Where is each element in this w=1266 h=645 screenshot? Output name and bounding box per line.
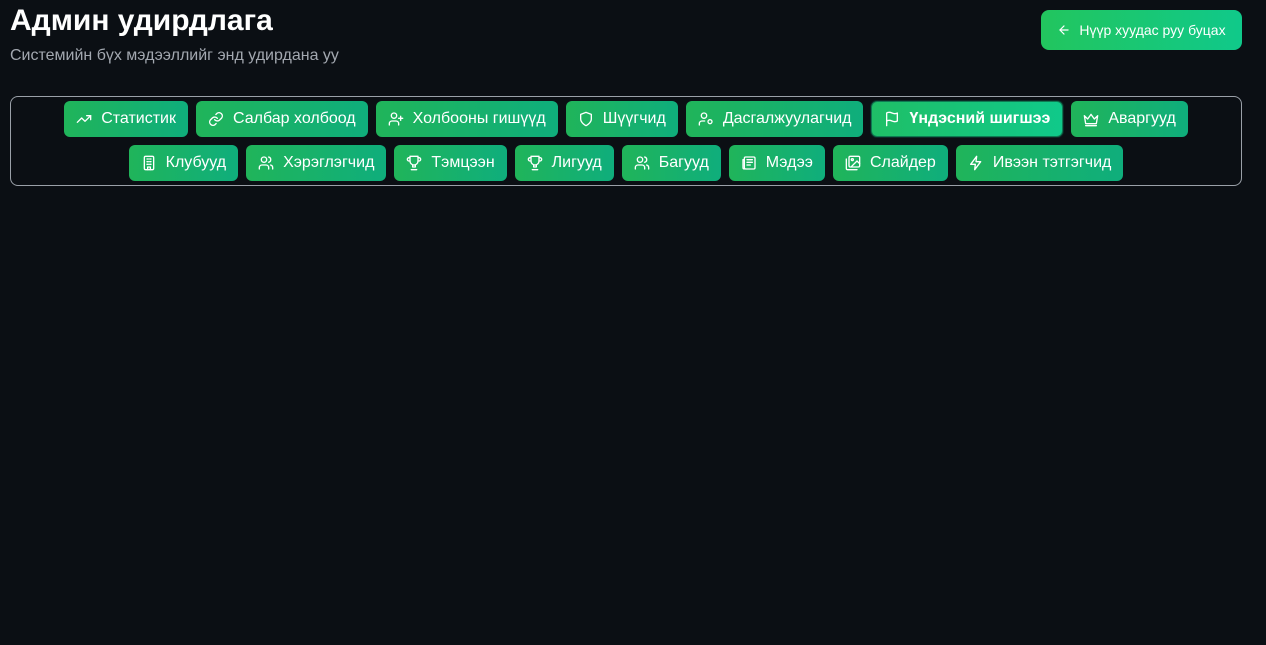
tab-label: Багууд bbox=[658, 154, 709, 171]
user-plus-icon bbox=[388, 111, 404, 127]
tab-label: Холбооны гишүүд bbox=[412, 110, 546, 127]
user-cog-icon bbox=[698, 111, 714, 127]
crown-icon bbox=[1083, 111, 1099, 127]
tab-branch-federations[interactable]: Салбар холбоод bbox=[195, 101, 368, 137]
tab-statistics[interactable]: Статистик bbox=[64, 101, 188, 137]
trophy-icon bbox=[527, 155, 543, 171]
tab-slider[interactable]: Слайдер bbox=[832, 145, 948, 181]
tab-label: Статистик bbox=[101, 110, 176, 127]
users-icon bbox=[258, 155, 274, 171]
tab-national-team[interactable]: Үндэсний шигшээ bbox=[871, 101, 1064, 137]
tab-leagues[interactable]: Лигууд bbox=[514, 145, 614, 181]
trending-up-icon bbox=[76, 111, 92, 127]
link-icon bbox=[208, 111, 224, 127]
tab-label: Хэрэглэгчид bbox=[283, 154, 375, 171]
tab-label: Шүүгчид bbox=[602, 110, 666, 127]
tab-teams[interactable]: Багууд bbox=[621, 145, 721, 181]
admin-nav-tabs: Статистик Салбар холбоод Холбооны гишүүд… bbox=[10, 96, 1242, 186]
page-subtitle: Системийн бүх мэдээллийг энд удирдана уу bbox=[10, 47, 339, 64]
tab-label: Тэмцээн bbox=[431, 154, 495, 171]
tab-news[interactable]: Мэдээ bbox=[728, 145, 825, 181]
zap-icon bbox=[968, 155, 984, 171]
tab-label: Аваргууд bbox=[1108, 110, 1176, 127]
tab-label: Клубууд bbox=[165, 154, 227, 171]
admin-page: Админ удирдлага Системийн бүх мэдээллийг… bbox=[0, 0, 1266, 645]
images-icon bbox=[845, 155, 861, 171]
building-icon bbox=[141, 155, 157, 171]
tab-label: Лигууд bbox=[551, 154, 602, 171]
arrow-left-icon bbox=[1057, 23, 1071, 37]
flag-icon bbox=[884, 111, 900, 127]
trophy-icon bbox=[406, 155, 422, 171]
tab-competitions[interactable]: Тэмцээн bbox=[394, 145, 507, 181]
shield-icon bbox=[578, 111, 594, 127]
back-to-home-button[interactable]: Нүүр хуудас руу буцах bbox=[1041, 10, 1242, 50]
tab-sponsors[interactable]: Ивээн тэтгэгчид bbox=[955, 145, 1124, 181]
newspaper-icon bbox=[741, 155, 757, 171]
tab-clubs[interactable]: Клубууд bbox=[128, 145, 239, 181]
back-button-label: Нүүр хуудас руу буцах bbox=[1079, 22, 1226, 38]
tab-federation-members[interactable]: Холбооны гишүүд bbox=[375, 101, 558, 137]
tab-referees[interactable]: Шүүгчид bbox=[565, 101, 678, 137]
users-icon bbox=[634, 155, 650, 171]
tab-champions[interactable]: Аваргууд bbox=[1071, 101, 1188, 137]
tab-users[interactable]: Хэрэглэгчид bbox=[246, 145, 387, 181]
page-title: Админ удирдлага bbox=[10, 4, 273, 37]
tab-label: Ивээн тэтгэгчид bbox=[992, 154, 1112, 171]
tab-label: Слайдер bbox=[869, 154, 936, 171]
tab-label: Дасгалжуулагчид bbox=[722, 110, 852, 127]
tab-label: Мэдээ bbox=[765, 154, 813, 171]
tab-label: Үндэсний шигшээ bbox=[909, 110, 1051, 127]
tab-label: Салбар холбоод bbox=[232, 110, 356, 127]
tab-coaches[interactable]: Дасгалжуулагчид bbox=[685, 101, 864, 137]
page-header: Админ удирдлага Системийн бүх мэдээллийг… bbox=[10, 0, 339, 66]
